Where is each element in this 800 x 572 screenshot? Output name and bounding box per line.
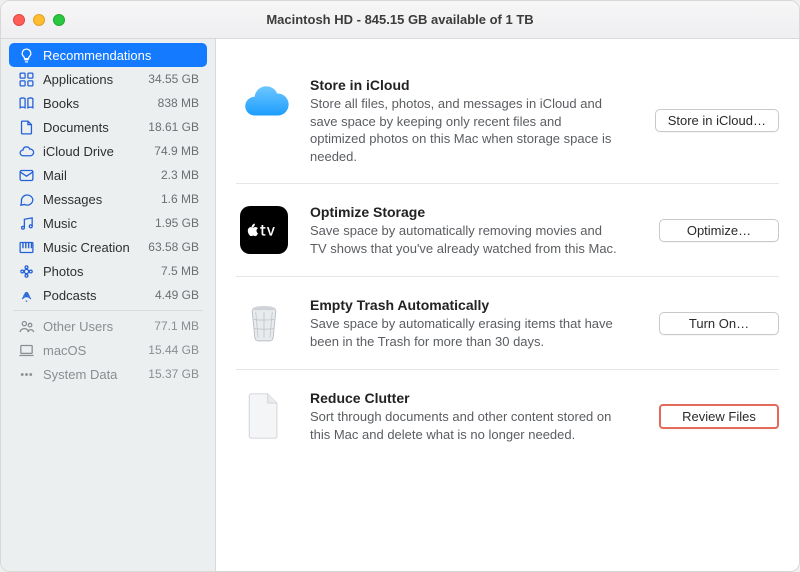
sidebar-item-books[interactable]: Books 838 MB — [9, 91, 207, 115]
rec-empty-trash: Empty Trash Automatically Save space by … — [236, 277, 779, 370]
sidebar-item-photos[interactable]: Photos 7.5 MB — [9, 259, 207, 283]
sidebar-item-recommendations[interactable]: Recommendations — [9, 43, 207, 67]
podcast-icon — [17, 286, 35, 304]
rec-store-in-icloud: Store in iCloud Store all files, photos,… — [236, 57, 779, 184]
storage-management-window: Macintosh HD - 845.15 GB available of 1 … — [0, 0, 800, 572]
sidebar-item-size: 2.3 MB — [161, 168, 199, 182]
icloud-icon — [236, 75, 292, 131]
chat-icon — [17, 190, 35, 208]
laptop-icon — [17, 341, 35, 359]
rec-desc: Save space by automatically erasing item… — [310, 315, 620, 350]
review-files-button[interactable]: Review Files — [659, 404, 779, 429]
music-icon — [17, 214, 35, 232]
lightbulb-icon — [17, 46, 35, 64]
sidebar-item-label: Mail — [43, 168, 153, 183]
file-icon — [236, 388, 292, 444]
dots-icon — [17, 365, 35, 383]
rec-reduce-clutter: Reduce Clutter Sort through documents an… — [236, 370, 779, 484]
sidebar-item-size: 7.5 MB — [161, 264, 199, 278]
book-icon — [17, 94, 35, 112]
rec-optimize-storage: Optimize Storage Save space by automatic… — [236, 184, 779, 277]
rec-title: Store in iCloud — [310, 77, 631, 93]
sidebar: Recommendations Applications 34.55 GB Bo… — [1, 39, 216, 571]
sidebar-item-label: Documents — [43, 120, 140, 135]
apps-icon — [17, 70, 35, 88]
recommendations-panel: Store in iCloud Store all files, photos,… — [216, 39, 799, 571]
zoom-icon[interactable] — [53, 14, 65, 26]
photos-icon — [17, 262, 35, 280]
rec-desc: Sort through documents and other content… — [310, 408, 620, 443]
sidebar-item-music[interactable]: Music 1.95 GB — [9, 211, 207, 235]
mail-icon — [17, 166, 35, 184]
cloud-icon — [17, 142, 35, 160]
sidebar-item-size: 74.9 MB — [154, 144, 199, 158]
sidebar-item-label: Recommendations — [43, 48, 199, 63]
sidebar-item-label: Messages — [43, 192, 153, 207]
sidebar-item-size: 4.49 GB — [155, 288, 199, 302]
turn-on-button[interactable]: Turn On… — [659, 312, 779, 335]
sidebar-item-size: 18.61 GB — [148, 120, 199, 134]
sidebar-item-size: 77.1 MB — [154, 319, 199, 333]
users-icon — [17, 317, 35, 335]
sidebar-item-size: 63.58 GB — [148, 240, 199, 254]
sidebar-item-system-data[interactable]: System Data 15.37 GB — [9, 362, 207, 386]
sidebar-item-size: 15.37 GB — [148, 367, 199, 381]
optimize-button[interactable]: Optimize… — [659, 219, 779, 242]
sidebar-item-label: Other Users — [43, 319, 146, 334]
sidebar-item-label: Music Creation — [43, 240, 140, 255]
sidebar-item-icloud-drive[interactable]: iCloud Drive 74.9 MB — [9, 139, 207, 163]
sidebar-item-label: Music — [43, 216, 147, 231]
window-title: Macintosh HD - 845.15 GB available of 1 … — [1, 12, 799, 27]
sidebar-item-label: iCloud Drive — [43, 144, 146, 159]
apple-tv-icon — [240, 206, 288, 254]
sidebar-item-size: 1.95 GB — [155, 216, 199, 230]
document-icon — [17, 118, 35, 136]
rec-title: Optimize Storage — [310, 204, 631, 220]
titlebar: Macintosh HD - 845.15 GB available of 1 … — [1, 1, 799, 39]
sidebar-item-label: Podcasts — [43, 288, 147, 303]
sidebar-item-label: Photos — [43, 264, 153, 279]
window-controls — [13, 14, 65, 26]
store-in-icloud-button[interactable]: Store in iCloud… — [655, 109, 779, 132]
sidebar-item-other-users[interactable]: Other Users 77.1 MB — [9, 314, 207, 338]
rec-desc: Save space by automatically removing mov… — [310, 222, 620, 257]
sidebar-item-size: 15.44 GB — [148, 343, 199, 357]
sidebar-item-documents[interactable]: Documents 18.61 GB — [9, 115, 207, 139]
minimize-icon[interactable] — [33, 14, 45, 26]
sidebar-item-applications[interactable]: Applications 34.55 GB — [9, 67, 207, 91]
sidebar-item-label: Books — [43, 96, 150, 111]
close-icon[interactable] — [13, 14, 25, 26]
sidebar-item-label: System Data — [43, 367, 140, 382]
rec-desc: Store all files, photos, and messages in… — [310, 95, 620, 165]
sidebar-item-music-creation[interactable]: Music Creation 63.58 GB — [9, 235, 207, 259]
rec-title: Empty Trash Automatically — [310, 297, 631, 313]
piano-icon — [17, 238, 35, 256]
sidebar-item-podcasts[interactable]: Podcasts 4.49 GB — [9, 283, 207, 307]
sidebar-item-size: 838 MB — [158, 96, 199, 110]
sidebar-item-size: 34.55 GB — [148, 72, 199, 86]
rec-title: Reduce Clutter — [310, 390, 631, 406]
sidebar-item-size: 1.6 MB — [161, 192, 199, 206]
sidebar-item-label: Applications — [43, 72, 140, 87]
sidebar-separator — [13, 310, 203, 311]
trash-icon — [236, 295, 292, 351]
sidebar-item-mail[interactable]: Mail 2.3 MB — [9, 163, 207, 187]
sidebar-item-messages[interactable]: Messages 1.6 MB — [9, 187, 207, 211]
sidebar-item-label: macOS — [43, 343, 140, 358]
sidebar-item-macos[interactable]: macOS 15.44 GB — [9, 338, 207, 362]
